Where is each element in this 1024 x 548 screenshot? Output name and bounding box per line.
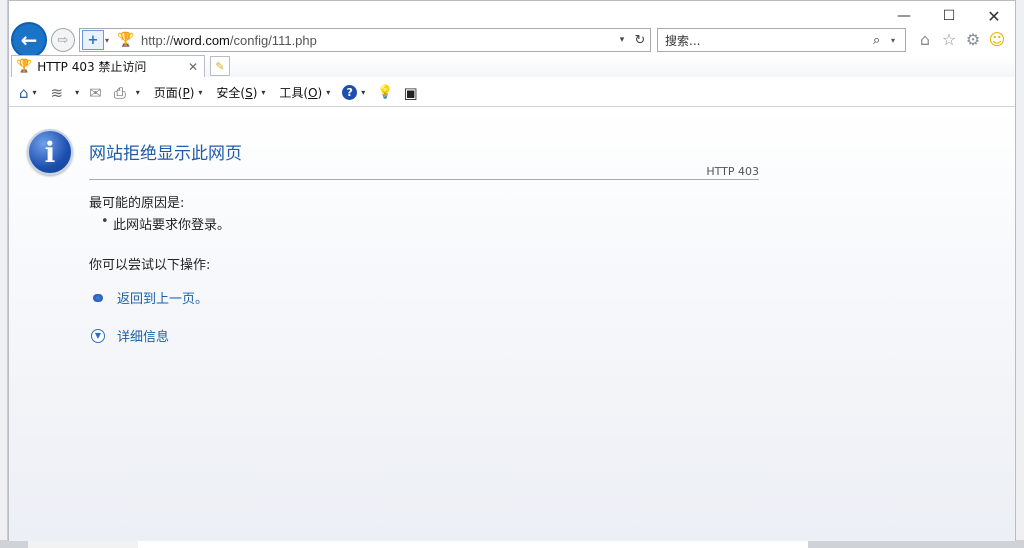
try-heading: 你可以尝试以下操作: (89, 258, 211, 273)
browser-window: — ☐ ✕ ← ⇨ + ▾ 🏆 http://word.com/config/1… (8, 0, 1016, 541)
tab-title: HTTP 403 禁止访问 (37, 60, 147, 74)
address-bar[interactable]: + ▾ 🏆 http://word.com/config/111.php ▾ ↻ (79, 28, 651, 52)
go-back-link[interactable]: 返回到上一页。 (117, 288, 208, 307)
page-menu[interactable]: 页面(P) ▾ (154, 79, 203, 107)
go-back-action[interactable]: 返回到上一页。 (93, 288, 208, 307)
desktop-bottom-edge (0, 540, 1024, 548)
bullet-icon (93, 293, 103, 302)
suggested-sites-button[interactable]: 💡 (377, 79, 393, 107)
home-icon[interactable]: ⌂ (915, 29, 935, 49)
command-bar: ⌂ ▾ ≋ ▾ ✉ ⎙ ▾ 页面(P) ▾ 安全(S) ▾ 工具(O) ▾ ? (9, 79, 1015, 107)
read-mail-button[interactable]: ✉ (89, 79, 102, 107)
desktop-left-edge (0, 0, 8, 548)
tools-menu[interactable]: 工具(O) ▾ (279, 79, 330, 107)
mail-icon: ✉ (89, 83, 102, 102)
safety-menu[interactable]: 安全(S) ▾ (216, 79, 265, 107)
printer-icon: ⎙ (113, 83, 126, 102)
chevron-down-icon: ▾ (198, 88, 203, 97)
minimize-button[interactable]: — (881, 5, 927, 27)
list-item: 此网站要求你登录。 (101, 214, 230, 233)
compatibility-shield-icon[interactable]: + (82, 30, 104, 50)
new-tab-button[interactable]: ✎ (210, 56, 230, 76)
feeds-button[interactable]: ≋ (51, 79, 64, 107)
search-dropdown-icon[interactable]: ▾ (891, 36, 905, 45)
research-button[interactable]: ▣ (403, 79, 417, 107)
help-icon: ? (342, 85, 358, 100)
lightbulb-icon: 💡 (377, 85, 394, 100)
refresh-icon[interactable]: ↻ (630, 33, 650, 48)
back-arrow-icon: ← (20, 28, 38, 52)
address-input[interactable]: http://word.com/config/111.php (141, 33, 614, 48)
chevron-down-icon: ▾ (75, 88, 80, 97)
tab-favicon-icon: 🏆 (16, 59, 33, 74)
print-button[interactable]: ⎙ ▾ (114, 79, 140, 107)
more-info-link[interactable]: 详细信息 (117, 326, 169, 345)
gear-icon[interactable]: ⚙ (963, 29, 983, 49)
research-icon: ▣ (403, 83, 418, 102)
forward-arrow-icon: ⇨ (57, 32, 69, 48)
chevron-down-icon: ▾ (135, 88, 140, 97)
chevron-down-icon: ▾ (32, 88, 37, 97)
page-content: i 网站拒绝显示此网页 HTTP 403 最可能的原因是: 此网站要求你登录。 … (9, 108, 1015, 541)
title-bar: — ☐ ✕ ← ⇨ + ▾ 🏆 http://word.com/config/1… (9, 1, 1017, 58)
favorites-star-icon[interactable]: ☆ (939, 29, 959, 49)
http-status-code: HTTP 403 (706, 165, 759, 178)
maximize-button[interactable]: ☐ (926, 5, 972, 27)
divider (89, 179, 759, 180)
chevron-down-icon: ▾ (361, 88, 366, 97)
forward-button[interactable]: ⇨ (51, 28, 75, 52)
toolbar-right-icons: ⌂ ☆ ⚙ ☺ (915, 29, 1007, 49)
site-favicon-icon: 🏆 (117, 32, 135, 48)
tab-close-icon[interactable]: ✕ (188, 60, 204, 74)
chevron-down-icon: ▾ (326, 88, 331, 97)
search-box[interactable]: 搜索... ⌕ ▾ (657, 28, 906, 52)
help-menu[interactable]: ? ▾ (342, 79, 365, 107)
address-dropdown-icon[interactable]: ▾ (614, 35, 630, 45)
back-button[interactable]: ← (11, 22, 47, 58)
page-title: 网站拒绝显示此网页 (89, 144, 242, 164)
tab-http-403[interactable]: 🏆 HTTP 403 禁止访问 ✕ (11, 55, 205, 77)
search-icon[interactable]: ⌕ (873, 33, 891, 48)
more-info-action[interactable]: ▼ 详细信息 (91, 326, 169, 345)
tab-row: 🏆 HTTP 403 禁止访问 ✕ ✎ (9, 55, 1015, 77)
new-tab-icon: ✎ (215, 59, 225, 73)
expand-chevron-icon[interactable]: ▼ (91, 328, 105, 343)
search-input[interactable]: 搜索... (665, 32, 873, 49)
reason-heading: 最可能的原因是: (89, 196, 185, 211)
home-icon: ⌂ (19, 83, 29, 102)
home-menu-button[interactable]: ⌂ ▾ (19, 79, 37, 107)
rss-feed-icon: ≋ (50, 83, 64, 102)
chevron-down-icon: ▾ (261, 88, 266, 97)
info-icon: i (27, 129, 73, 175)
shield-dropdown-icon[interactable]: ▾ (105, 36, 113, 45)
close-button[interactable]: ✕ (971, 5, 1017, 27)
feeds-dropdown[interactable]: ▾ (75, 79, 79, 107)
smiley-feedback-icon[interactable]: ☺ (987, 29, 1007, 49)
